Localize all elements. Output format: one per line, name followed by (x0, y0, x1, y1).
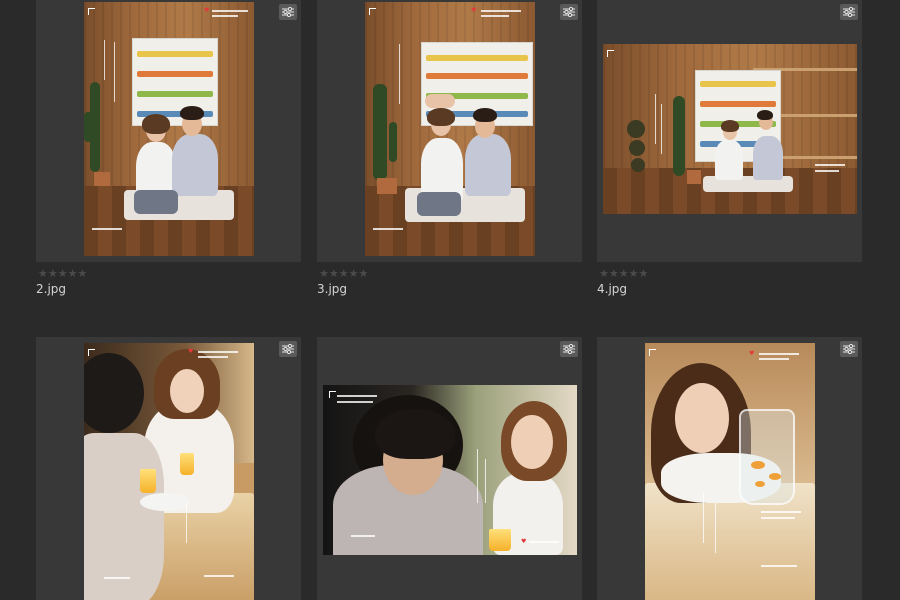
thumbnail-frame[interactable]: ♥ (317, 337, 582, 600)
sliders-icon (843, 7, 855, 17)
thumbnail-card[interactable]: ♥ ★★★★★ 3.jpg (317, 0, 582, 296)
thumbnail-frame[interactable]: ♥ (597, 337, 862, 600)
photo-thumbnail[interactable]: ♥ (365, 2, 535, 256)
thumbnail-card[interactable]: ♥ (317, 337, 582, 600)
settings-button[interactable] (279, 341, 297, 357)
thumbnail-grid: ♥ ★★★★★ 2.jpg ♥ ★★★★★ 3.jpg ★★★★★ 4.jpg … (0, 0, 900, 600)
thumbnail-card[interactable]: ♥ (36, 337, 301, 600)
sliders-icon (563, 7, 575, 17)
settings-button[interactable] (560, 4, 578, 20)
thumbnail-card[interactable]: ★★★★★ 4.jpg (597, 0, 862, 296)
thumbnail-frame[interactable] (597, 0, 862, 262)
sliders-icon (282, 7, 294, 17)
thumbnail-frame[interactable]: ♥ (317, 0, 582, 262)
photo-thumbnail[interactable] (603, 44, 857, 214)
settings-button[interactable] (279, 4, 297, 20)
settings-button[interactable] (840, 4, 858, 20)
filename-label: 3.jpg (317, 282, 348, 296)
star-rating[interactable]: ★★★★★ (319, 267, 368, 280)
star-rating[interactable]: ★★★★★ (599, 267, 648, 280)
settings-button[interactable] (560, 341, 578, 357)
photo-thumbnail[interactable]: ♥ (84, 343, 254, 600)
filename-label: 4.jpg (597, 282, 628, 296)
photo-thumbnail[interactable]: ♥ (323, 385, 577, 555)
thumbnail-card[interactable]: ♥ (597, 337, 862, 600)
sliders-icon (282, 344, 294, 354)
settings-button[interactable] (840, 341, 858, 357)
sliders-icon (843, 344, 855, 354)
sliders-icon (563, 344, 575, 354)
thumbnail-card[interactable]: ♥ ★★★★★ 2.jpg (36, 0, 301, 296)
filename-label: 2.jpg (36, 282, 67, 296)
photo-thumbnail[interactable]: ♥ (84, 2, 254, 256)
star-rating[interactable]: ★★★★★ (38, 267, 87, 280)
photo-thumbnail[interactable]: ♥ (645, 343, 815, 600)
thumbnail-frame[interactable]: ♥ (36, 337, 301, 600)
thumbnail-frame[interactable]: ♥ (36, 0, 301, 262)
